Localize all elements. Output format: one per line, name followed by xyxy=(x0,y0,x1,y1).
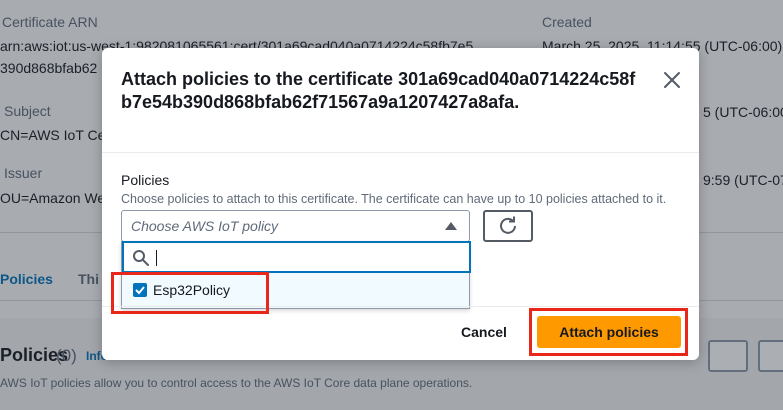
text-cursor xyxy=(156,250,157,266)
policy-select-placeholder: Choose AWS IoT policy xyxy=(131,218,279,234)
highlight-box-attach xyxy=(529,308,688,356)
refresh-icon xyxy=(500,216,516,234)
close-button[interactable] xyxy=(662,70,682,90)
policies-field-label: Policies xyxy=(121,172,170,188)
header-divider xyxy=(102,152,699,153)
policy-search-input[interactable] xyxy=(122,241,471,273)
search-icon xyxy=(133,250,149,266)
close-icon xyxy=(664,72,680,88)
cancel-button[interactable]: Cancel xyxy=(454,324,514,340)
highlight-box-option xyxy=(111,272,269,314)
refresh-button[interactable] xyxy=(483,210,533,242)
caret-up-icon xyxy=(445,222,457,230)
policy-select[interactable]: Choose AWS IoT policy xyxy=(121,210,470,242)
modal-title: Attach policies to the certificate 301a6… xyxy=(121,69,636,112)
policies-field-description: Choose policies to attach to this certif… xyxy=(121,192,667,206)
